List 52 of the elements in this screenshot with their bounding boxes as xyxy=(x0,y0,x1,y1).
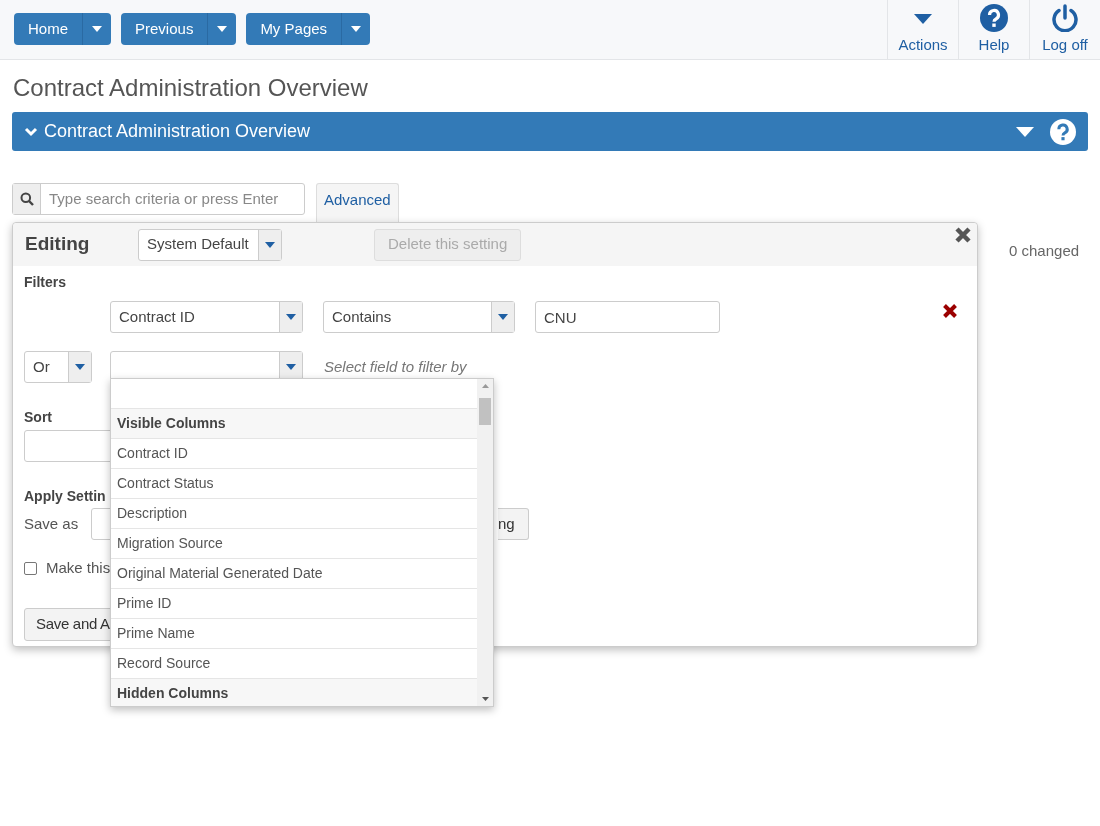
list-item[interactable]: Contract Status xyxy=(111,469,477,499)
connector-select[interactable]: Or xyxy=(24,351,92,383)
caret-icon xyxy=(286,314,296,320)
advanced-tab[interactable]: Advanced xyxy=(316,183,399,222)
remove-icon[interactable] xyxy=(942,303,958,319)
changed-count: 0 changed xyxy=(1009,241,1080,261)
checkbox-label: Make this xyxy=(46,558,111,578)
list-item[interactable]: Contract ID xyxy=(111,439,477,469)
help-icon xyxy=(980,4,1008,32)
checkbox[interactable] xyxy=(24,561,37,575)
section-header[interactable]: Contract Administration Overview xyxy=(12,112,1088,151)
operator-select[interactable]: Contains xyxy=(323,301,515,333)
field-select[interactable]: Contract ID xyxy=(110,301,303,333)
caret-icon xyxy=(217,26,228,32)
power-icon xyxy=(1051,4,1079,32)
caret-icon xyxy=(75,364,85,370)
save-as-label: Save as xyxy=(24,513,80,534)
log-off-button[interactable]: Log off xyxy=(1029,0,1100,59)
list-item[interactable]: Prime Name xyxy=(111,619,477,649)
filters-label: Filters xyxy=(24,273,67,290)
save-setting-button[interactable]: ng xyxy=(498,508,529,540)
sort-label: Sort xyxy=(24,409,52,425)
help-button[interactable]: Help xyxy=(958,0,1029,59)
search-field[interactable]: Type search criteria or press Enter xyxy=(12,183,305,215)
list-item[interactable]: Prime ID xyxy=(111,589,477,619)
hint-text: Select field to filter by xyxy=(324,356,467,377)
panel-title: Editing xyxy=(25,232,91,257)
apply-settings-label: Apply Settin xyxy=(24,488,106,504)
caret-icon xyxy=(92,26,102,32)
group-header: Hidden Columns xyxy=(111,679,477,706)
actions-button[interactable]: Actions xyxy=(887,0,958,59)
section-title: Contract Administration Overview xyxy=(44,120,311,143)
caret-icon xyxy=(498,314,508,320)
scroll-up-icon[interactable] xyxy=(481,384,489,388)
caret-icon xyxy=(265,241,275,248)
scroll-down-icon[interactable] xyxy=(481,697,489,701)
list-item[interactable]: Original Material Generated Date xyxy=(111,559,477,589)
close-icon[interactable] xyxy=(954,226,972,244)
caret-icon xyxy=(286,364,296,370)
caret-icon[interactable] xyxy=(1016,126,1034,137)
setting-select[interactable]: System Default xyxy=(138,228,282,261)
scrollbar-thumb[interactable] xyxy=(479,398,491,425)
scrollbar[interactable] xyxy=(477,379,493,706)
caret-icon xyxy=(914,14,932,24)
value-field[interactable]: CNU xyxy=(535,301,720,333)
caret-icon xyxy=(351,26,362,32)
help-icon[interactable] xyxy=(1050,118,1076,145)
list-item[interactable]: Description xyxy=(111,499,477,529)
group-header: Visible Columns xyxy=(111,409,477,439)
list-item[interactable]: Migration Source xyxy=(111,529,477,559)
page-title: Contract Administration Overview xyxy=(12,73,369,103)
search-icon xyxy=(19,192,34,206)
